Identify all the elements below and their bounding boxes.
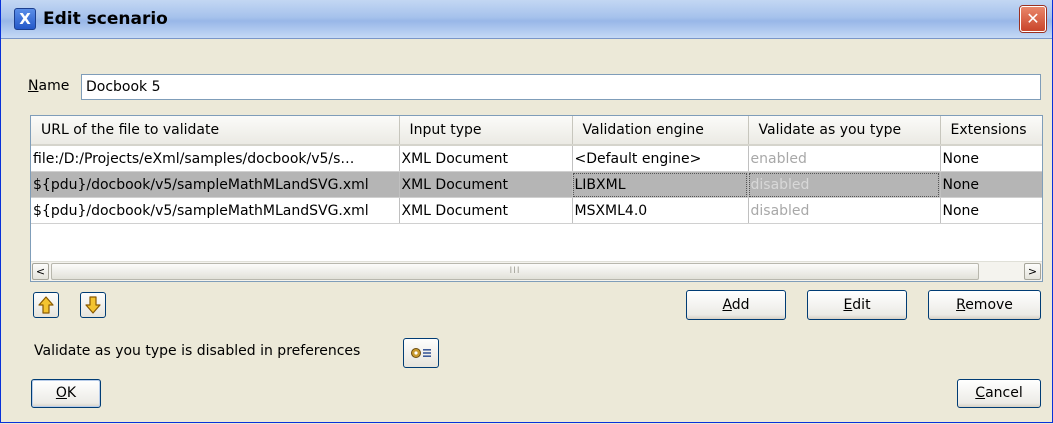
close-button[interactable]: ✕ xyxy=(1020,6,1046,32)
name-label: Name xyxy=(28,78,70,94)
dialog-title: Edit scenario xyxy=(43,9,168,29)
edit-button[interactable]: Edit xyxy=(807,290,907,320)
cancel-button[interactable]: Cancel xyxy=(957,379,1041,408)
extensions-cell[interactable]: None xyxy=(940,171,1042,198)
table-row-selected[interactable]: ${pdu}/docbook/v5/sampleMathMLandSVG.xml… xyxy=(31,171,1042,198)
chevron-right-icon: > xyxy=(1027,265,1038,278)
arrow-up-icon xyxy=(38,296,54,314)
extensions-cell[interactable]: None xyxy=(940,145,1042,172)
url-cell[interactable]: ${pdu}/docbook/v5/sampleMathMLandSVG.xml xyxy=(31,171,400,198)
url-cell[interactable]: file:/D:/Projects/eXml/samples/docbook/v… xyxy=(31,145,400,172)
table-row[interactable]: ${pdu}/docbook/v5/sampleMathMLandSVG.xml… xyxy=(31,197,1042,224)
scrollbar-grip: III xyxy=(509,266,521,276)
column-header-extensions[interactable]: Extensions xyxy=(940,116,1042,146)
arrow-down-icon xyxy=(85,296,101,314)
column-header-input-type[interactable]: Input type xyxy=(399,116,573,146)
table-row[interactable]: file:/D:/Projects/eXml/samples/docbook/v… xyxy=(31,145,1042,172)
remove-button[interactable]: Remove xyxy=(928,290,1041,320)
move-down-button[interactable] xyxy=(80,292,106,318)
open-preferences-button[interactable] xyxy=(403,338,439,368)
preferences-icon xyxy=(411,348,431,358)
validate-cell[interactable]: enabled xyxy=(748,145,941,172)
column-header-validate-as-you-type[interactable]: Validate as you type xyxy=(748,116,941,146)
scroll-left-button[interactable]: < xyxy=(32,263,49,280)
app-icon: X xyxy=(14,8,36,30)
input-type-cell[interactable]: XML Document xyxy=(399,145,573,172)
url-cell[interactable]: ${pdu}/docbook/v5/sampleMathMLandSVG.xml xyxy=(31,197,400,224)
edit-scenario-dialog: X Edit scenario ✕ Name URL of the file t… xyxy=(0,0,1053,423)
engine-cell[interactable]: LIBXML xyxy=(572,171,749,198)
scenario-table: URL of the file to validate Input type V… xyxy=(30,115,1043,282)
horizontal-scrollbar[interactable]: < III > xyxy=(31,261,1042,281)
chevron-left-icon: < xyxy=(35,265,46,278)
close-icon: ✕ xyxy=(1026,9,1040,28)
ok-button[interactable]: OK xyxy=(31,379,101,408)
validate-cell[interactable]: disabled xyxy=(748,197,941,224)
scrollbar-thumb[interactable]: III xyxy=(51,263,979,280)
column-header-url[interactable]: URL of the file to validate xyxy=(31,116,400,146)
engine-cell[interactable]: <Default engine> xyxy=(572,145,749,172)
add-button[interactable]: Add xyxy=(686,290,786,320)
input-type-cell[interactable]: XML Document xyxy=(399,197,573,224)
title-bar[interactable]: X Edit scenario ✕ xyxy=(1,0,1052,39)
input-type-cell[interactable]: XML Document xyxy=(399,171,573,198)
preferences-note: Validate as you type is disabled in pref… xyxy=(34,343,361,359)
validate-cell[interactable]: disabled xyxy=(748,171,941,198)
extensions-cell[interactable]: None xyxy=(940,197,1042,224)
move-up-button[interactable] xyxy=(33,292,59,318)
engine-cell[interactable]: MSXML4.0 xyxy=(572,197,749,224)
scroll-right-button[interactable]: > xyxy=(1024,263,1041,280)
name-input[interactable] xyxy=(81,74,1041,100)
column-header-validation-engine[interactable]: Validation engine xyxy=(572,116,749,146)
